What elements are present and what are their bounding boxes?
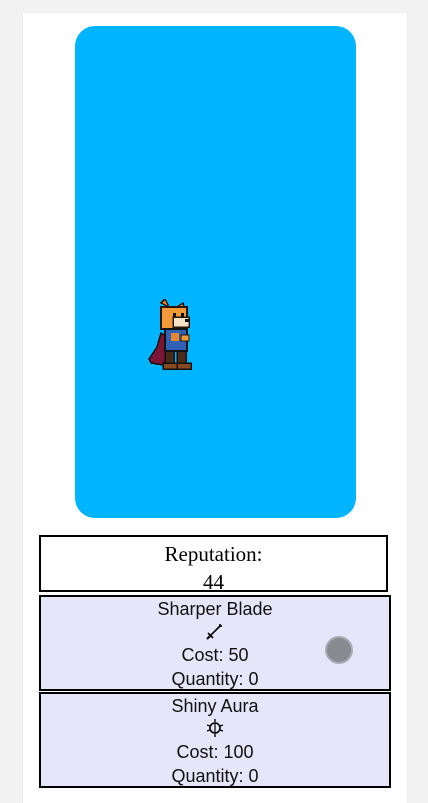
aura-icon xyxy=(41,718,389,740)
reputation-box: Reputation: 44 xyxy=(39,535,388,594)
upgrade-name: Shiny Aura xyxy=(171,696,259,716)
upgrade-quantity: Quantity: 0 xyxy=(171,766,259,786)
buy-button[interactable] xyxy=(325,636,353,664)
upgrade-name: Sharper Blade xyxy=(157,599,273,619)
upgrade-item-shiny-aura[interactable]: Shiny Aura Cost: 100 Quantity: 0 xyxy=(39,692,391,788)
upgrade-item-sharper-blade[interactable]: Sharper Blade Cost: 50 Quantity: 0 xyxy=(39,595,391,691)
fox-knight-character xyxy=(148,299,192,370)
game-area[interactable] xyxy=(75,26,356,518)
reputation-value: 44 xyxy=(203,570,224,594)
upgrade-cost: Cost: 100 xyxy=(176,742,254,762)
reputation-label: Reputation: xyxy=(164,542,263,566)
upgrade-quantity: Quantity: 0 xyxy=(171,669,259,689)
